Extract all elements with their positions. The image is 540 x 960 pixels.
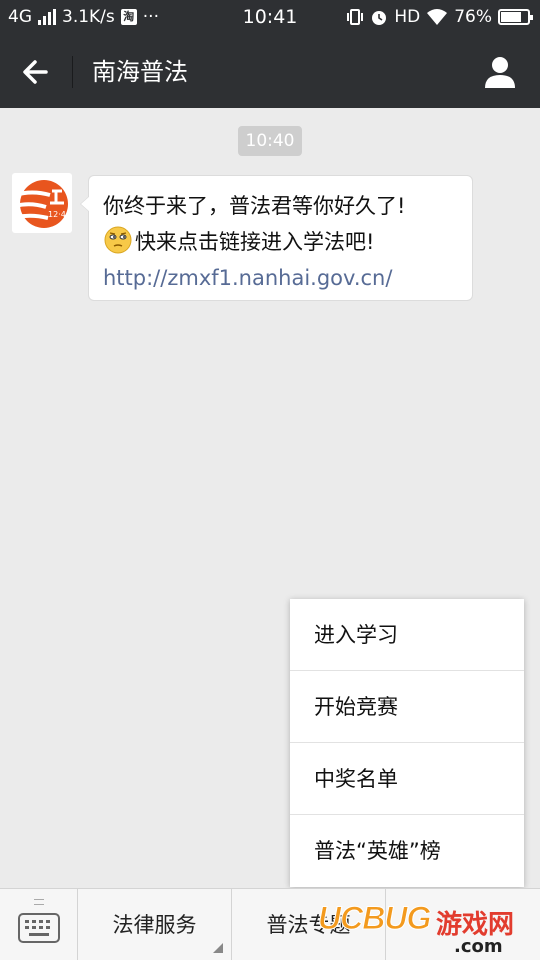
- watermark-domain: .com: [454, 936, 503, 957]
- popup-menu: 进入学习 开始竞赛 中奖名单 普法“英雄”榜: [290, 599, 524, 887]
- grip-icon: [34, 899, 44, 905]
- thinking-face-icon: [104, 226, 132, 254]
- menu-item-hero-ranking[interactable]: 普法“英雄”榜: [290, 815, 524, 887]
- watermark-brand: UCBUG: [317, 900, 431, 937]
- battery-icon: [498, 9, 533, 25]
- menu-item-start-contest[interactable]: 开始竞赛: [290, 671, 524, 743]
- wifi-icon: [427, 9, 448, 25]
- message-bubble[interactable]: 你终于来了，普法君等你好久了! 快来点击链接进入学法吧! http://zmxf…: [80, 175, 473, 301]
- message-timestamp: 10:40: [238, 126, 302, 156]
- message-line-2-wrap: 快来点击链接进入学法吧!: [103, 224, 458, 260]
- nav-bar: 南海普法: [0, 36, 540, 108]
- message-line-2: 快来点击链接进入学法吧!: [135, 230, 375, 254]
- logo-text: 12·4: [48, 210, 66, 219]
- avatar[interactable]: 12·4: [12, 173, 72, 233]
- tab-legal-services-label: 法律服务: [112, 913, 197, 937]
- watermark: UCBUG 游戏网 .com: [317, 900, 540, 960]
- vibrate-icon: [347, 9, 364, 25]
- nanhai-law-logo-icon: 12·4: [14, 180, 68, 228]
- message-line-1: 你终于来了，普法君等你好久了!: [103, 194, 406, 218]
- back-arrow-icon[interactable]: [18, 54, 54, 90]
- person-icon[interactable]: [482, 54, 518, 90]
- hd-indicator: HD: [394, 7, 421, 27]
- message-link[interactable]: http://zmxf1.nanhai.gov.cn/: [103, 260, 458, 296]
- battery-percent: 76%: [454, 7, 492, 27]
- keyboard-icon: [18, 913, 60, 943]
- menu-item-enter-study[interactable]: 进入学习: [290, 599, 524, 671]
- battery-fill: [501, 12, 521, 22]
- alarm-icon: [372, 11, 387, 25]
- nav-divider: [72, 56, 73, 88]
- status-right: HD 76%: [346, 7, 533, 27]
- tab-legal-services[interactable]: 法律服务: [78, 889, 232, 960]
- submenu-corner-icon: [213, 943, 223, 953]
- page-title: 南海普法: [92, 58, 188, 86]
- keyboard-toggle-button[interactable]: [0, 889, 78, 960]
- menu-item-winners-list[interactable]: 中奖名单: [290, 743, 524, 815]
- status-bar: 4G 3.1K/s 淘 ··· 10:41 HD 76%: [0, 0, 540, 36]
